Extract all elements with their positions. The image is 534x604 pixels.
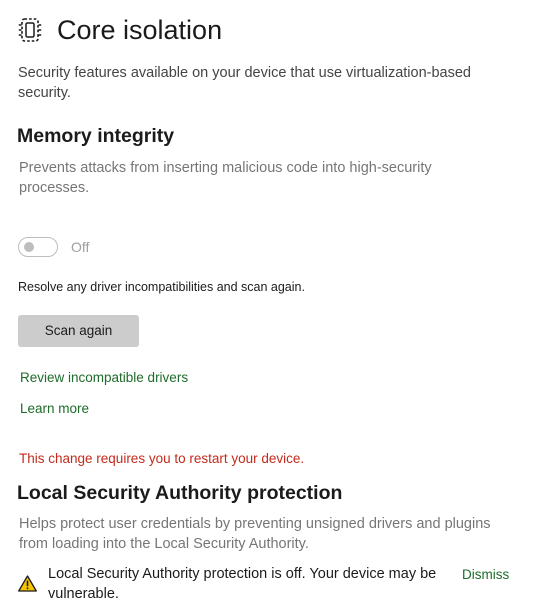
- toggle-state-label: Off: [71, 239, 90, 255]
- core-isolation-chip-icon: [18, 16, 42, 44]
- page-title: Core isolation: [57, 15, 223, 45]
- memory-integrity-title: Memory integrity: [17, 125, 175, 147]
- warning-icon: [18, 575, 37, 592]
- resolve-instruction-text: Resolve any driver incompatibilities and…: [18, 280, 305, 294]
- page-description: Security features available on your devi…: [18, 65, 471, 101]
- lsa-protection-description: Helps protect user credentials by preven…: [19, 516, 491, 552]
- scan-again-button[interactable]: Scan again: [18, 315, 139, 347]
- memory-integrity-toggle[interactable]: [18, 237, 58, 257]
- learn-more-link[interactable]: Learn more: [20, 401, 89, 416]
- review-incompatible-drivers-link[interactable]: Review incompatible drivers: [20, 370, 188, 385]
- lsa-protection-title: Local Security Authority protection: [17, 482, 343, 504]
- dismiss-link[interactable]: Dismiss: [462, 567, 509, 582]
- lsa-warning-text: Local Security Authority protection is o…: [48, 566, 437, 602]
- toggle-knob: [24, 242, 34, 252]
- memory-integrity-description: Prevents attacks from inserting maliciou…: [19, 160, 432, 196]
- restart-required-warning: This change requires you to restart your…: [19, 451, 305, 466]
